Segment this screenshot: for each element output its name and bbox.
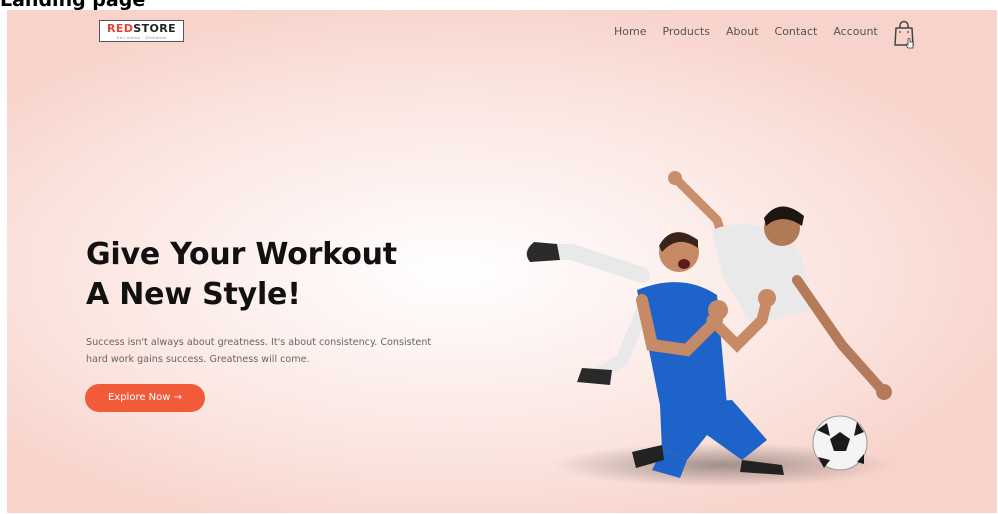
hero-description: Success isn't always about greatness. It… [86,334,486,368]
hero-footballers-image [526,171,892,487]
brand-logo[interactable]: REDSTORE Sell online · Globalize [99,20,184,42]
nav-link-about[interactable]: About [726,25,759,38]
explore-now-button[interactable]: Explore Now → [85,384,205,412]
nav-link-products[interactable]: Products [662,25,710,38]
brand-name-dark: STORE [133,22,177,35]
hero-title-line-1: Give Your Workout [86,237,397,272]
hero-title: Give Your Workout A New Style! [86,235,446,315]
brand-tagline: Sell online · Globalize [116,35,167,40]
brand-name-red: RED [106,22,134,35]
hero-description-line-2: hard work gains success. Greatness will … [86,354,310,365]
nav-link-home[interactable]: Home [614,25,646,38]
hero-description-line-1: Success isn't always about greatness. It… [86,337,432,348]
main-nav: Home Products About Contact Account [614,25,878,38]
nav-link-contact[interactable]: Contact [775,25,818,38]
nav-link-account[interactable]: Account [833,25,877,38]
brand-wordmark: REDSTORE [100,22,183,35]
landing-page-frame: REDSTORE Sell online · Globalize Home Pr… [7,10,997,513]
hand-cursor-icon [905,38,914,49]
hero-title-line-2: A New Style! [86,277,301,312]
soccer-ball-icon [812,415,868,471]
